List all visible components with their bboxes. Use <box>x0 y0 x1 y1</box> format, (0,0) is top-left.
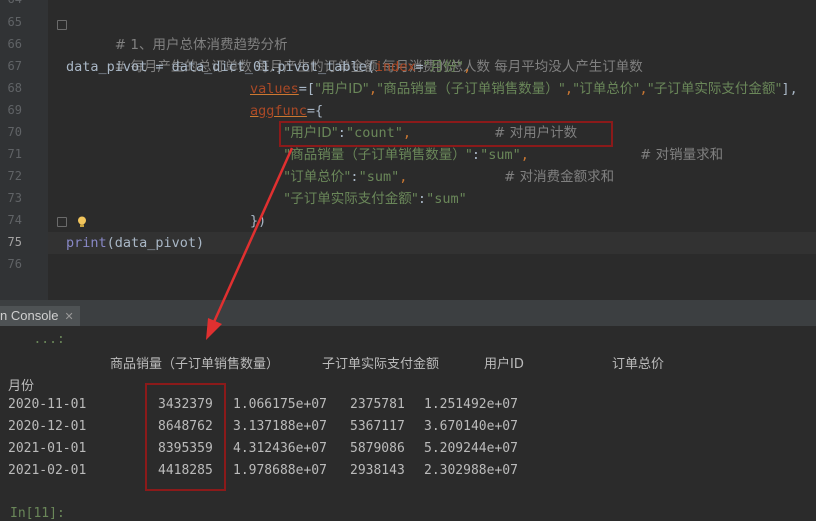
row-value: 3.137188e+07 <box>233 419 327 434</box>
punctuation: , <box>463 59 472 75</box>
punctuation: , <box>564 81 574 97</box>
continuation-prompt: ...: <box>10 332 65 347</box>
code-line-69: aggfunc={ <box>250 100 323 122</box>
string-literal: "sum" <box>480 147 521 163</box>
string-literal: "月份" <box>423 59 464 75</box>
code-line-75: print(data_pivot) <box>66 232 204 254</box>
line-number: 72 <box>7 169 22 183</box>
function-args: (data_pivot) <box>106 235 205 251</box>
line-number-gutter: 64 65 66 67 68 69 70 71 72 73 74 75 76 <box>0 0 48 300</box>
line-number: 64 <box>0 0 22 6</box>
row-value: 1.066175e+07 <box>233 397 327 412</box>
row-value: 1.251492e+07 <box>424 397 518 412</box>
line-number: 66 <box>7 37 22 51</box>
punctuation: : <box>417 191 427 207</box>
line-number: 69 <box>7 103 22 117</box>
string-literal: "订单总价" <box>284 169 351 185</box>
row-date: 2021-02-01 <box>8 463 87 478</box>
tab-console[interactable]: n Console ✕ <box>0 306 80 326</box>
line-number: 74 <box>7 213 22 227</box>
annotation-box-output <box>145 383 226 491</box>
code-line-74: }) <box>250 210 266 232</box>
operator: = <box>147 59 172 75</box>
tab-label: n Console <box>0 308 59 323</box>
console-tab-bar: n Console ✕ <box>0 306 816 326</box>
string-literal: "商品销量（子订单销售数量）" <box>376 81 565 97</box>
string-literal: "子订单实际支付金额" <box>647 81 782 97</box>
string-literal: "商品销量（子订单销售数量）" <box>284 147 472 163</box>
operator: ={ <box>306 103 324 119</box>
operator: = <box>415 59 424 75</box>
row-date: 2020-11-01 <box>8 397 87 412</box>
punctuation: ], <box>781 81 798 97</box>
punctuation: , <box>639 81 648 97</box>
python-console[interactable]: ...: 商品销量（子订单销售数量） 子订单实际支付金额 用户ID 订单总价 月… <box>0 326 816 521</box>
method-call: data_dict_01.pivot_table( <box>171 59 375 75</box>
keyword-arg: index <box>374 59 416 75</box>
column-header: 用户ID <box>484 357 524 372</box>
code-line-71: "商品销量（子订单销售数量）":"sum", <box>284 144 529 166</box>
keyword-arg: aggfunc <box>250 103 307 119</box>
row-value: 2.302988e+07 <box>424 463 518 478</box>
annotation-box-code <box>279 121 613 147</box>
row-value: 5.209244e+07 <box>424 441 518 456</box>
punctuation: , <box>399 169 408 185</box>
line-number: 73 <box>7 191 22 205</box>
code-area[interactable]: # 1、用户总体消费趋势分析 # 每月产生的总订单数 每月产生的订单金额 每月消… <box>66 0 816 300</box>
punctuation: : <box>471 147 481 163</box>
code-line-67: data_pivot = data_dict_01.pivot_table(in… <box>66 56 471 78</box>
row-date: 2021-01-01 <box>8 441 87 456</box>
row-value: 1.978688e+07 <box>233 463 327 478</box>
code-line-68: values=["用户ID","商品销量（子订单销售数量）","订单总价","子… <box>250 78 798 100</box>
line-number: 68 <box>7 81 22 95</box>
operator: =[ <box>298 81 316 97</box>
column-header: 子订单实际支付金额 <box>322 357 440 372</box>
code-line-66: # 每月产生的总订单数 每月产生的订单金额 每月消费的总人数 每月平均没人产生订… <box>66 34 643 75</box>
line-number: 71 <box>7 147 22 161</box>
code-line-72: "订单总价":"sum", <box>284 166 407 188</box>
row-value: 3.670140e+07 <box>424 419 518 434</box>
row-value: 5879086 <box>350 441 405 456</box>
punctuation: , <box>368 81 377 97</box>
row-value: 2375781 <box>350 397 405 412</box>
variable: data_pivot <box>66 59 148 75</box>
code-editor[interactable]: 64 65 66 67 68 69 70 71 72 73 74 75 76 #… <box>0 0 816 300</box>
code-line-73: "子订单实际支付金额":"sum" <box>284 188 467 210</box>
row-value: 2938143 <box>350 463 405 478</box>
comment-text: # 对销量求和 <box>640 147 724 163</box>
comment-text: # 对消费金额求和 <box>504 169 615 185</box>
row-value: 5367117 <box>350 419 405 434</box>
punctuation: : <box>350 169 359 185</box>
keyword-arg: values <box>250 81 299 97</box>
builtin-function: print <box>66 235 107 251</box>
line-number: 76 <box>7 257 22 271</box>
string-literal: "sum" <box>358 169 400 185</box>
line-number: 67 <box>7 59 22 73</box>
string-literal: "子订单实际支付金额" <box>284 191 418 207</box>
line-number: 65 <box>7 15 22 29</box>
column-header: 订单总价 <box>612 357 665 372</box>
string-literal: "用户ID" <box>315 81 369 97</box>
column-header: 商品销量（子订单销售数量） <box>110 357 280 372</box>
punctuation: , <box>520 147 529 163</box>
code-line-65: # 1、用户总体消费趋势分析 <box>66 12 288 53</box>
string-literal: "订单总价" <box>573 81 640 97</box>
close-icon[interactable]: ✕ <box>65 311 74 323</box>
row-value: 4.312436e+07 <box>233 441 327 456</box>
line-number-current: 75 <box>7 235 22 249</box>
string-literal: "sum" <box>426 191 467 207</box>
row-date: 2020-12-01 <box>8 419 87 434</box>
index-name: 月份 <box>8 379 35 394</box>
closing-brackets: }) <box>250 213 267 229</box>
line-number: 70 <box>7 125 22 139</box>
